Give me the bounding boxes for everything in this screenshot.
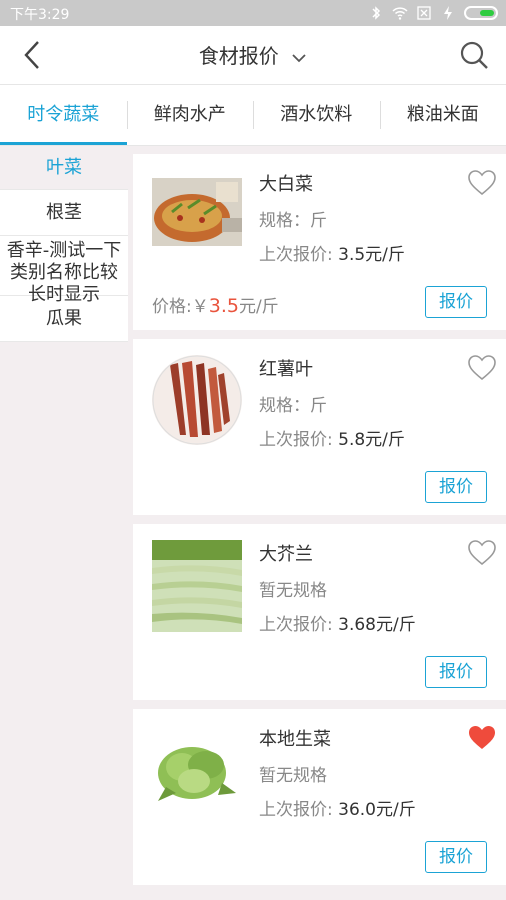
heart-outline-icon <box>468 540 496 566</box>
product-list: 大白菜 规格：斤 上次报价: 3.5元/斤 价格:￥3.5元/斤 报价 红薯叶 … <box>133 154 506 894</box>
quote-button[interactable]: 报价 <box>425 656 487 688</box>
quote-button[interactable]: 报价 <box>425 286 487 318</box>
category-tabs: 时令蔬菜 鲜肉水产 酒水饮料 粮油米面 <box>0 85 506 146</box>
favorite-button[interactable] <box>468 725 496 751</box>
product-image <box>152 178 242 246</box>
sidebar-item-spice[interactable]: 香辛-测试一下类别名称比较长时显示 <box>0 236 128 305</box>
sidebar-item-root[interactable]: 根茎 <box>0 190 128 236</box>
charging-icon <box>444 6 452 20</box>
tab-seasonal-vegetables[interactable]: 时令蔬菜 <box>0 85 127 145</box>
last-quote-label: 上次报价: <box>259 245 339 265</box>
last-quote: 上次报价: 3.5元/斤 <box>259 240 405 265</box>
product-name: 红薯叶 <box>259 359 313 380</box>
page-title: 食材报价 <box>198 44 279 68</box>
heart-filled-icon <box>469 726 495 749</box>
last-quote-value: 5.8元/斤 <box>338 430 405 450</box>
app-header: 食材报价 <box>0 26 506 85</box>
price-unit: 元/斤 <box>238 297 279 317</box>
price-label: 价格:￥ <box>152 297 209 317</box>
favorite-button[interactable] <box>468 170 496 196</box>
battery-icon <box>464 6 498 20</box>
favorite-button[interactable] <box>468 355 496 381</box>
product-image <box>152 355 242 445</box>
last-quote-value: 3.5元/斤 <box>338 245 405 265</box>
search-button[interactable] <box>458 39 490 71</box>
last-quote: 上次报价: 36.0元/斤 <box>259 795 416 820</box>
last-quote-label: 上次报价: <box>259 800 339 820</box>
product-spec: 暂无规格 <box>259 581 327 601</box>
sim-icon <box>417 6 431 20</box>
last-quote-label: 上次报价: <box>259 615 339 635</box>
sidebar-item-leafy[interactable]: 叶菜 <box>0 146 128 190</box>
product-name: 大白菜 <box>259 174 313 195</box>
sidebar-item-melon[interactable]: 瓜果 <box>0 296 128 342</box>
product-name: 本地生菜 <box>259 729 331 750</box>
tab-grain-oil[interactable]: 粮油米面 <box>379 85 506 145</box>
heart-outline-icon <box>468 355 496 381</box>
quote-button[interactable]: 报价 <box>425 471 487 503</box>
product-image <box>152 540 242 632</box>
last-quote: 上次报价: 3.68元/斤 <box>259 610 416 635</box>
favorite-button[interactable] <box>468 540 496 566</box>
last-quote-value: 36.0元/斤 <box>338 800 416 820</box>
title-dropdown[interactable]: 食材报价 <box>0 40 506 69</box>
bluetooth-icon <box>372 6 381 20</box>
status-bar: 下午3:29 <box>0 0 506 26</box>
last-quote-value: 3.68元/斤 <box>338 615 416 635</box>
search-icon <box>460 41 488 69</box>
product-spec: 规格：斤 <box>259 211 327 231</box>
product-card: 本地生菜 暂无规格 上次报价: 36.0元/斤 报价 <box>133 709 506 885</box>
current-price: 价格:￥3.5元/斤 <box>152 292 279 317</box>
subcategory-sidebar: 叶菜 根茎 香辛-测试一下类别名称比较长时显示 瓜果 <box>0 146 128 900</box>
product-card: 红薯叶 规格：斤 上次报价: 5.8元/斤 报价 <box>133 339 506 515</box>
last-quote-label: 上次报价: <box>259 430 339 450</box>
status-icons <box>368 4 498 22</box>
product-spec: 暂无规格 <box>259 766 327 786</box>
status-time: 下午3:29 <box>10 7 70 23</box>
price-value: 3.5 <box>208 295 239 317</box>
product-spec: 规格：斤 <box>259 396 327 416</box>
tab-meat-seafood[interactable]: 鲜肉水产 <box>126 85 254 145</box>
heart-outline-icon <box>468 170 496 196</box>
product-image <box>152 727 242 807</box>
wifi-icon <box>392 7 408 20</box>
product-card: 大芥兰 暂无规格 上次报价: 3.68元/斤 报价 <box>133 524 506 700</box>
last-quote: 上次报价: 5.8元/斤 <box>259 425 405 450</box>
product-card: 大白菜 规格：斤 上次报价: 3.5元/斤 价格:￥3.5元/斤 报价 <box>133 154 506 330</box>
tab-drinks[interactable]: 酒水饮料 <box>253 85 380 145</box>
quote-button[interactable]: 报价 <box>425 841 487 873</box>
chevron-down-icon <box>292 53 306 62</box>
product-name: 大芥兰 <box>259 544 313 565</box>
